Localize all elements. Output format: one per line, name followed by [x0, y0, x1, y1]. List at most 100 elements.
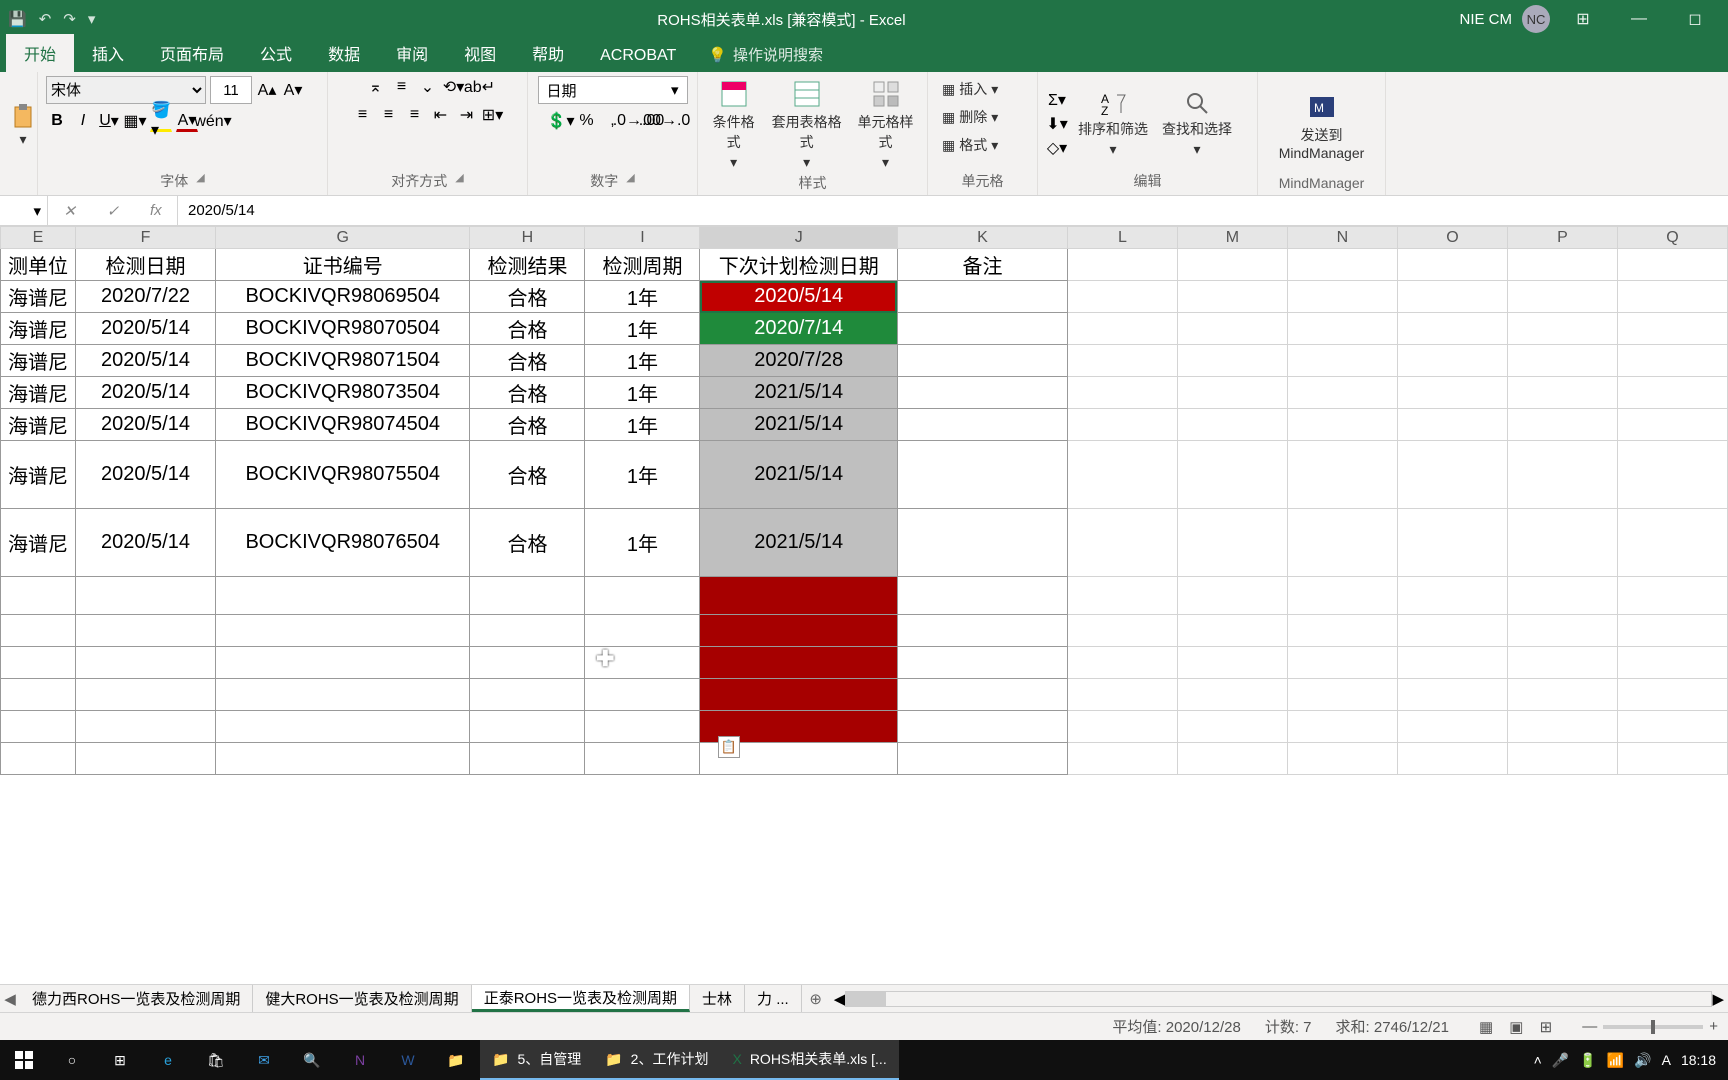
mindmanager-button[interactable]: M发送到MindManager	[1263, 89, 1381, 163]
font-size-input[interactable]	[210, 76, 252, 104]
cell[interactable]	[1397, 281, 1507, 313]
align-center-icon[interactable]: ≡	[378, 104, 400, 126]
cell[interactable]: 合格	[470, 345, 585, 377]
col-header-F[interactable]: F	[76, 227, 216, 249]
dialog-launcher-icon[interactable]: ◢	[196, 171, 204, 191]
cell[interactable]	[1397, 409, 1507, 441]
col-header-L[interactable]: L	[1067, 227, 1177, 249]
fill-color-icon[interactable]: 🪣▾	[150, 110, 172, 132]
sort-filter-button[interactable]: AZ排序和筛选▾	[1074, 87, 1152, 160]
sheet-tab[interactable]: 力 ...	[745, 985, 802, 1012]
cell[interactable]	[1397, 345, 1507, 377]
cell[interactable]: 海谱尼	[1, 509, 76, 577]
cell[interactable]: 海谱尼	[1, 441, 76, 509]
header-cell[interactable]: 检测日期	[76, 249, 216, 281]
header-cell[interactable]: 证书编号	[216, 249, 470, 281]
cell[interactable]: 2020/5/14	[76, 409, 216, 441]
cell[interactable]	[1177, 281, 1287, 313]
phonetic-icon[interactable]: wén▾	[202, 110, 224, 132]
minimize-icon[interactable]: —	[1616, 10, 1662, 28]
cell[interactable]: 合格	[470, 509, 585, 577]
cell[interactable]	[1067, 509, 1177, 577]
insert-cells-button[interactable]: ▦ 插入 ▾	[936, 76, 1004, 102]
cell[interactable]	[1067, 679, 1177, 711]
header-cell[interactable]: 备注	[897, 249, 1067, 281]
sheet-tab[interactable]: 士林	[690, 985, 745, 1012]
col-header-G[interactable]: G	[216, 227, 470, 249]
cell[interactable]	[1067, 281, 1177, 313]
tray-chevron-icon[interactable]: ˄	[1534, 1052, 1542, 1068]
cell[interactable]	[1507, 377, 1617, 409]
cell[interactable]	[1067, 711, 1177, 743]
cell[interactable]: 2020/5/14	[76, 313, 216, 345]
save-icon[interactable]: 💾	[8, 10, 27, 28]
fill-icon[interactable]: ⬇▾	[1046, 113, 1068, 135]
cell[interactable]: 2020/5/14	[76, 441, 216, 509]
tab-公式[interactable]: 公式	[242, 34, 310, 72]
cell[interactable]: 2020/5/14	[76, 345, 216, 377]
decrease-font-icon[interactable]: A▾	[282, 79, 304, 101]
cell[interactable]	[1617, 711, 1727, 743]
col-header-N[interactable]: N	[1287, 227, 1397, 249]
cell[interactable]: 1年	[585, 509, 700, 577]
cell[interactable]	[1507, 281, 1617, 313]
cell[interactable]	[897, 409, 1067, 441]
cell[interactable]	[1067, 409, 1177, 441]
cell[interactable]	[470, 615, 585, 647]
cell[interactable]	[216, 711, 470, 743]
cell[interactable]	[1177, 743, 1287, 775]
cell[interactable]	[76, 711, 216, 743]
view-layout-icon[interactable]: ▣	[1503, 1019, 1529, 1036]
currency-icon[interactable]: 💲▾	[550, 110, 572, 132]
cell[interactable]: 2020/7/22	[76, 281, 216, 313]
percent-icon[interactable]: %	[576, 110, 598, 132]
cell[interactable]	[1507, 711, 1617, 743]
cell[interactable]	[1287, 377, 1397, 409]
tray-volume-icon[interactable]: 🔊	[1634, 1052, 1651, 1069]
header-cell[interactable]	[1397, 249, 1507, 281]
cell[interactable]	[76, 679, 216, 711]
tray-battery-icon[interactable]: 🔋	[1579, 1052, 1596, 1069]
store-icon[interactable]: 🛍	[192, 1040, 240, 1080]
fx-icon[interactable]: fx	[150, 202, 162, 219]
cell[interactable]	[1067, 577, 1177, 615]
cell[interactable]	[470, 577, 585, 615]
format-as-table-button[interactable]: 套用表格格式▾	[767, 76, 846, 173]
cell[interactable]	[1507, 441, 1617, 509]
cell[interactable]	[1397, 647, 1507, 679]
underline-icon[interactable]: U▾	[98, 110, 120, 132]
cell[interactable]	[897, 743, 1067, 775]
cell[interactable]	[1507, 345, 1617, 377]
cell[interactable]	[1067, 377, 1177, 409]
formula-input[interactable]: 2020/5/14	[178, 202, 1728, 219]
confirm-icon[interactable]: ✓	[107, 202, 120, 220]
cell[interactable]	[1177, 577, 1287, 615]
dec-decimal-icon[interactable]: .00→.0	[654, 110, 676, 132]
cell[interactable]	[1287, 441, 1397, 509]
cell[interactable]: 1年	[585, 409, 700, 441]
tab-插入[interactable]: 插入	[74, 34, 142, 72]
tab-开始[interactable]: 开始	[6, 34, 74, 72]
cell[interactable]	[470, 711, 585, 743]
cell[interactable]: 海谱尼	[1, 281, 76, 313]
cell[interactable]	[700, 679, 898, 711]
cell[interactable]: 海谱尼	[1, 377, 76, 409]
cell[interactable]	[897, 345, 1067, 377]
col-header-E[interactable]: E	[1, 227, 76, 249]
cell-styles-button[interactable]: 单元格样式▾	[852, 76, 919, 173]
cell[interactable]	[76, 647, 216, 679]
cell[interactable]	[585, 711, 700, 743]
cell[interactable]: 海谱尼	[1, 409, 76, 441]
col-header-K[interactable]: K	[897, 227, 1067, 249]
cell[interactable]	[1617, 345, 1727, 377]
cell[interactable]: 1年	[585, 377, 700, 409]
cell[interactable]: 2020/7/28	[700, 345, 898, 377]
cell[interactable]: 1年	[585, 281, 700, 313]
cell[interactable]	[1067, 313, 1177, 345]
cell[interactable]	[76, 577, 216, 615]
cell[interactable]	[897, 281, 1067, 313]
view-normal-icon[interactable]: ▦	[1473, 1019, 1499, 1036]
cell[interactable]: 2021/5/14	[700, 409, 898, 441]
cell[interactable]: BOCKIVQR98069504	[216, 281, 470, 313]
cortana-icon[interactable]: ○	[48, 1040, 96, 1080]
